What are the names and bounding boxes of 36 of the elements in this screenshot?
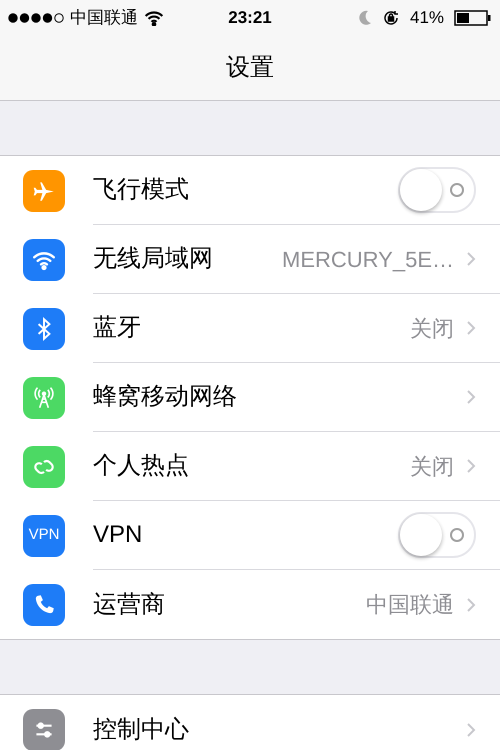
setting-label[interactable]: 运营商 [93, 586, 165, 622]
chevron-icon [466, 458, 476, 474]
setting-value: 关闭 [410, 314, 454, 342]
chevron-icon [466, 251, 476, 267]
setting-label[interactable]: 个人热点 [93, 448, 189, 484]
setting-value: 中国联通 [366, 591, 454, 619]
chevron-icon [466, 722, 476, 738]
setting-label[interactable]: 无线局域网 [93, 241, 213, 277]
setting-label[interactable]: 控制中心 [93, 712, 189, 748]
carrier-name: 中国联通 [70, 7, 138, 30]
rotation-lock-icon [382, 9, 400, 27]
moon-icon [358, 10, 372, 26]
chevron-icon [466, 320, 476, 336]
setting-label[interactable]: 飞行模式 [93, 172, 189, 208]
signal-icon [8, 13, 64, 23]
nav-title: 设置 [226, 53, 274, 83]
phone-icon [23, 584, 65, 626]
vpn-icon: VPN [23, 514, 65, 556]
setting-label[interactable]: 蜂窝移动网络 [93, 379, 237, 415]
chevron-icon [466, 596, 476, 612]
toggle-switch[interactable] [398, 512, 476, 558]
airplane-icon [23, 170, 65, 212]
battery-icon [454, 10, 492, 26]
setting-label[interactable]: 蓝牙 [93, 310, 141, 346]
battery-percent: 41% [410, 7, 444, 30]
setting-value: 关闭 [410, 452, 454, 480]
chevron-icon [466, 389, 476, 405]
bluetooth-icon [23, 308, 65, 350]
wifi-icon [23, 238, 65, 280]
wifi-icon [144, 10, 164, 26]
toggle-switch[interactable] [398, 167, 476, 213]
antenna-icon [23, 376, 65, 418]
chain-link-icon [23, 446, 65, 488]
status-time: 23:21 [228, 7, 272, 30]
setting-label[interactable]: VPN [93, 517, 142, 553]
setting-value: MERCURY_5E… [282, 246, 454, 274]
